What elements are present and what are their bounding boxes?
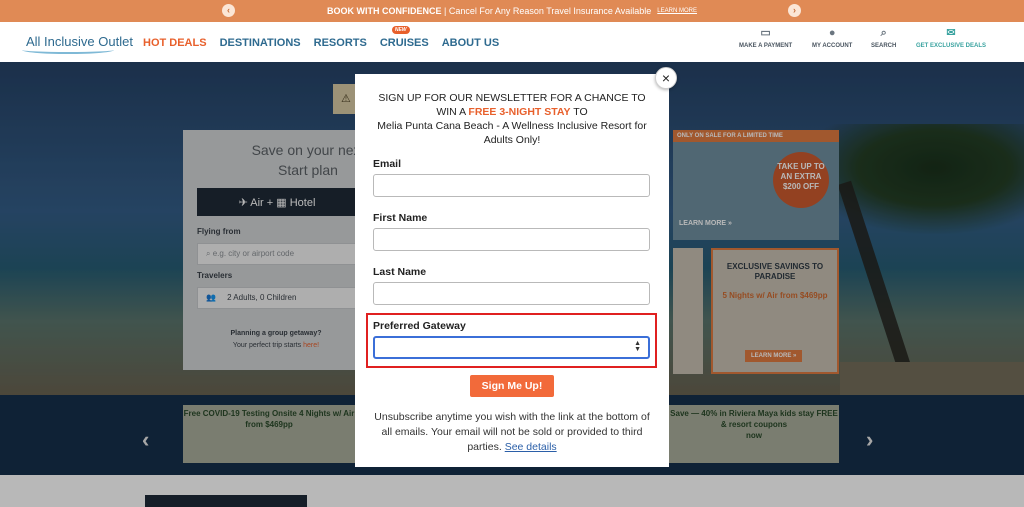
exclusive-deals-link[interactable]: ✉ GET EXCLUSIVE DEALS xyxy=(916,27,986,50)
logo-swoosh-icon xyxy=(22,46,114,54)
user-icon: ● xyxy=(828,27,836,39)
search-link[interactable]: ⌕ SEARCH xyxy=(871,27,896,50)
chevron-left-icon[interactable]: ‹ xyxy=(222,4,235,17)
new-badge: NEW xyxy=(391,26,410,34)
email-field[interactable] xyxy=(373,174,650,197)
chevron-right-icon[interactable]: › xyxy=(788,4,801,17)
newsletter-modal: SIGN UP FOR OUR NEWSLETTER FOR A CHANCE … xyxy=(355,74,669,467)
my-account-link[interactable]: ● MY ACCOUNT xyxy=(812,27,852,50)
promo-text: BOOK WITH CONFIDENCE | Cancel For Any Re… xyxy=(327,6,652,16)
privacy-note: Unsubscribe anytime you wish with the li… xyxy=(374,411,650,453)
sign-me-up-button[interactable]: Sign Me Up! xyxy=(470,375,554,397)
promo-bar: ‹ BOOK WITH CONFIDENCE | Cancel For Any … xyxy=(0,0,1024,22)
nav-hot-deals[interactable]: HOT DEALS xyxy=(143,37,207,49)
first-name-field[interactable] xyxy=(373,228,650,251)
credit-card-icon: ▭ xyxy=(760,27,771,39)
gateway-highlight-box xyxy=(366,313,657,368)
search-icon: ⌕ xyxy=(880,27,887,39)
close-icon[interactable]: × xyxy=(655,67,677,89)
envelope-icon: ✉ xyxy=(946,27,956,39)
nav-cruises[interactable]: NEW CRUISES xyxy=(380,26,429,49)
nav-resorts[interactable]: RESORTS xyxy=(314,37,367,49)
email-label: Email xyxy=(373,158,402,170)
modal-heading: SIGN UP FOR OUR NEWSLETTER FOR A CHANCE … xyxy=(377,92,647,146)
nav-destinations[interactable]: DESTINATIONS xyxy=(220,37,301,49)
last-name-field[interactable] xyxy=(373,282,650,305)
nav-about-us[interactable]: ABOUT US xyxy=(442,37,499,49)
make-payment-link[interactable]: ▭ MAKE A PAYMENT xyxy=(739,27,792,50)
first-name-label: First Name xyxy=(373,212,428,224)
last-name-label: Last Name xyxy=(373,266,427,278)
learn-more-link[interactable]: LEARN MORE xyxy=(657,8,697,14)
main-nav: HOT DEALS DESTINATIONS RESORTS NEW CRUISE… xyxy=(143,26,499,49)
site-header: All Inclusive Outlet HOT DEALS DESTINATI… xyxy=(0,22,1024,62)
logo[interactable]: All Inclusive Outlet xyxy=(22,34,133,54)
see-details-link[interactable]: See details xyxy=(505,441,557,453)
